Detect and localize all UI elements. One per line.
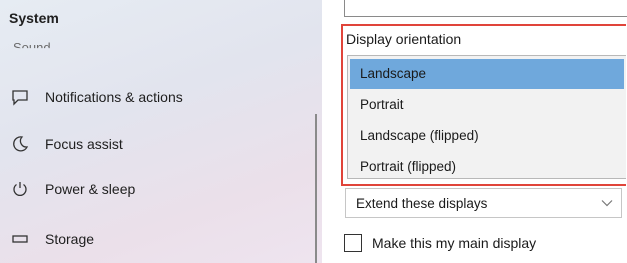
storage-icon	[9, 228, 31, 250]
main-display-checkbox[interactable]	[344, 234, 362, 252]
sidebar-scrollbar[interactable]	[315, 114, 317, 263]
multiple-displays-value: Extend these displays	[356, 195, 488, 211]
chevron-down-icon	[601, 199, 613, 207]
display-orientation-label: Display orientation	[346, 31, 462, 47]
sidebar-item-label: Power & sleep	[45, 181, 136, 197]
orientation-option-landscape[interactable]: Landscape	[350, 59, 624, 89]
orientation-option-portrait-flipped[interactable]: Portrait (flipped)	[350, 152, 624, 182]
sidebar-item-notifications[interactable]: Notifications & actions	[0, 77, 312, 117]
sidebar-item-label: Storage	[45, 231, 95, 247]
sidebar-item-focus-assist[interactable]: Focus assist	[0, 124, 312, 164]
display-settings-panel: Display orientation Landscape Portrait L…	[322, 0, 627, 263]
orientation-option-landscape-flipped[interactable]: Landscape (flipped)	[350, 121, 624, 151]
sidebar-item-label: Notifications & actions	[45, 89, 183, 105]
main-display-checkbox-label: Make this my main display	[372, 235, 537, 251]
main-display-checkbox-row[interactable]: Make this my main display	[344, 234, 536, 252]
settings-sidebar: System Sound Notifications & actions Foc…	[0, 0, 322, 263]
sidebar-title: System	[9, 10, 59, 26]
previous-control-box[interactable]	[344, 0, 627, 17]
sidebar-item-sound-partial[interactable]: Sound	[13, 40, 51, 48]
sidebar-item-storage[interactable]: Storage	[0, 219, 312, 259]
multiple-displays-select[interactable]: Extend these displays	[345, 188, 622, 218]
sidebar-item-label: Focus assist	[45, 136, 123, 152]
power-icon	[9, 178, 31, 200]
notifications-icon	[9, 86, 31, 108]
orientation-option-portrait[interactable]: Portrait	[350, 90, 624, 120]
orientation-dropdown-list[interactable]: Landscape Portrait Landscape (flipped) P…	[347, 55, 626, 179]
sidebar-item-power-sleep[interactable]: Power & sleep	[0, 169, 312, 209]
moon-icon	[9, 133, 31, 155]
